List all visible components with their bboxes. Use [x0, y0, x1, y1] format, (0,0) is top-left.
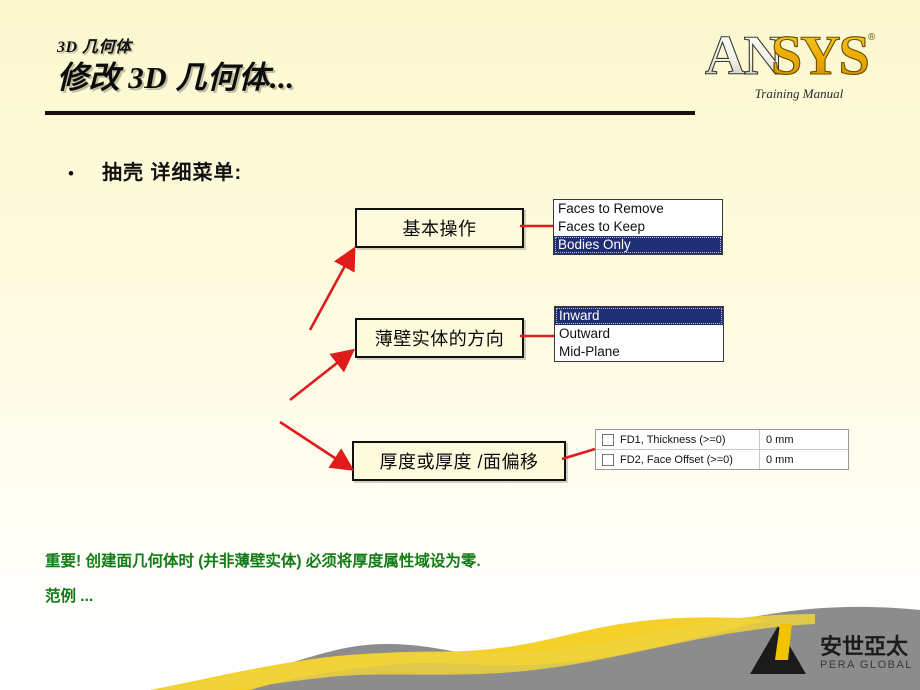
- arrow-to-basic-operation: [308, 246, 356, 331]
- page-title: 修改 3D 几何体...: [57, 60, 295, 95]
- ansys-logo: AN SYS ®: [704, 24, 876, 86]
- row-key-label: FD1, Thickness (>=0): [620, 433, 726, 446]
- row-key-with-checkbox: FD1, Thickness (>=0): [596, 430, 760, 449]
- pera-logo-cn: 安世亞太: [820, 634, 909, 659]
- bullet-line: • 抽壳 详细菜单:: [68, 156, 242, 185]
- example-note-line2: 范例 ...: [45, 588, 94, 605]
- pera-global-logo: 安世亞太 PERA GLOBAL: [750, 624, 913, 674]
- callout-basic-operation: 基本操作: [355, 208, 524, 248]
- bullet-text: 抽壳 详细菜单:: [102, 162, 243, 184]
- details-panel-clip: Details of Thin1 Thin/Surface Thin1 Sele…: [35, 275, 313, 420]
- row-key-label: FD2, Face Offset (>=0): [620, 453, 733, 466]
- bullet-dot-icon: •: [68, 164, 74, 183]
- row-key-with-checkbox: FD2, Face Offset (>=0): [596, 450, 760, 469]
- dropdown-option-outward[interactable]: Outward: [555, 325, 723, 343]
- dropdown-option-faces-to-keep[interactable]: Faces to Keep: [554, 218, 722, 236]
- thickness-offset-table[interactable]: FD1, Thickness (>=0) 0 mm FD2, Face Offs…: [595, 429, 849, 470]
- slide-canvas: 3D 几何体 修改 3D 几何体... AN SYS ® Training Ma…: [0, 0, 920, 690]
- direction-dropdown[interactable]: Inward Outward Mid-Plane: [554, 306, 724, 362]
- dropdown-option-inward[interactable]: Inward: [555, 307, 723, 325]
- arrow-to-thickness: [279, 420, 355, 471]
- pera-logo-en: PERA GLOBAL: [820, 659, 913, 671]
- leader-thickness-to-fd-table: [561, 447, 596, 461]
- dropdown-option-bodies-only[interactable]: Bodies Only: [554, 236, 722, 254]
- svg-text:SYS: SYS: [771, 25, 868, 86]
- header-divider: [45, 111, 695, 115]
- dropdown-option-mid-plane[interactable]: Mid-Plane: [555, 343, 723, 361]
- svg-text:®: ®: [868, 32, 876, 43]
- table-row[interactable]: FD1, Thickness (>=0) 0 mm: [596, 430, 848, 450]
- row-value[interactable]: 0 mm: [760, 430, 848, 449]
- table-row[interactable]: FD2, Face Offset (>=0) 0 mm: [596, 450, 848, 469]
- selection-type-dropdown[interactable]: Faces to Remove Faces to Keep Bodies Onl…: [553, 199, 723, 255]
- row-value[interactable]: 0 mm: [760, 450, 848, 469]
- checkbox-icon[interactable]: [602, 433, 614, 446]
- callout-thin-body-direction: 薄壁实体的方向: [355, 318, 524, 358]
- callout-thickness-face-offset: 厚度或厚度 /面偏移: [352, 441, 566, 481]
- important-note-line1: 重要! 创建面几何体时 (并非薄壁实体) 必须将厚度属性域设为零.: [45, 553, 481, 570]
- dropdown-option-faces-to-remove[interactable]: Faces to Remove: [554, 200, 722, 218]
- training-manual-label: Training Manual: [754, 86, 844, 101]
- checkbox-icon[interactable]: [602, 453, 614, 466]
